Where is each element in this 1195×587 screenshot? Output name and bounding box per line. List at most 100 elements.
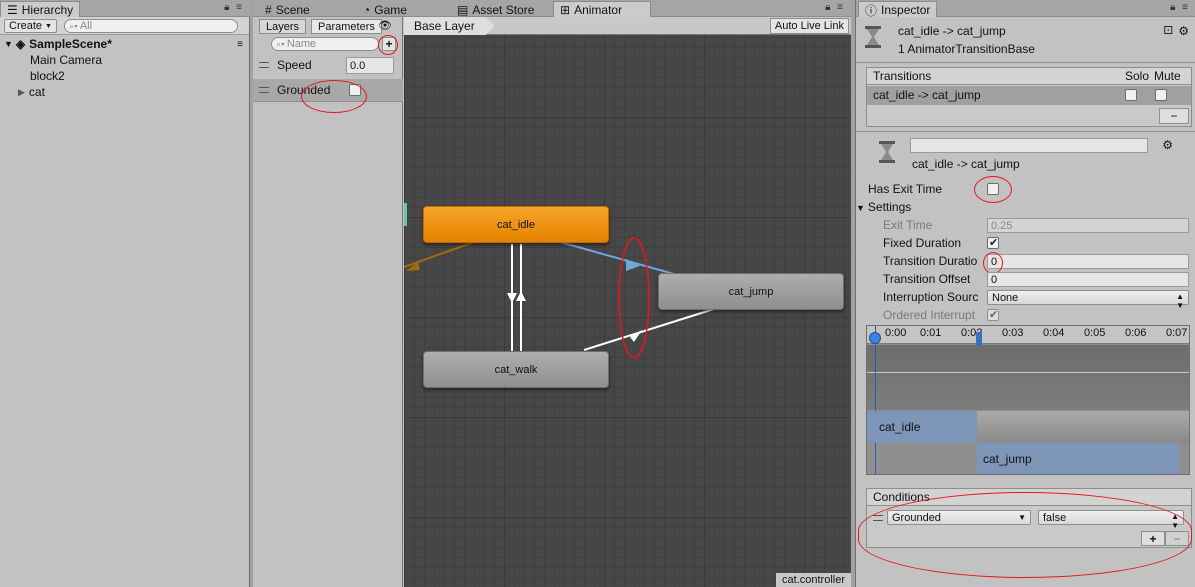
tab-parameters[interactable]: Parameters: [311, 19, 382, 34]
playhead-handle[interactable]: [869, 332, 881, 344]
list-icon: ☰: [7, 3, 18, 17]
dropdown-arrow-icon: ▲ ▼: [1176, 292, 1184, 310]
hierarchy-item-block2[interactable]: block2: [0, 68, 249, 84]
ordered-interrupt-label: Ordered Interrupt: [883, 308, 976, 322]
state-cat-walk[interactable]: cat_walk: [423, 351, 609, 388]
tick-label: 0:04: [1043, 327, 1065, 339]
gear-icon[interactable]: ⚙: [1178, 24, 1189, 38]
track-to-state[interactable]: cat_jump: [977, 443, 1179, 474]
tick-label: 0:03: [1002, 327, 1024, 339]
center-tabbar: # Scene ◔ Game ▤ Asset Store ⊞ Animator …: [253, 0, 851, 17]
arrowhead-icon: [626, 259, 640, 271]
gear-icon[interactable]: ⚙: [1162, 138, 1173, 152]
remove-transition-button[interactable]: −: [1159, 108, 1189, 124]
expand-arrow-icon: ▼: [856, 203, 865, 213]
timeline-curve-area: [867, 345, 1189, 410]
hierarchy-search-input[interactable]: ⌕▾ All: [64, 19, 238, 33]
hierarchy-panel: ☰ Hierarchy 🔒︎ ≡ Create ▼ ⌕▾ All ▼ ◈ Sam…: [0, 0, 250, 587]
tab-inspector[interactable]: ⓘ Inspector: [858, 1, 938, 18]
solo-checkbox[interactable]: [1125, 89, 1137, 101]
transition-timeline[interactable]: 0:00 0:01 0:02 0:03 0:04 0:05 0:06 0:07 …: [866, 325, 1190, 475]
create-button[interactable]: Create ▼: [4, 19, 57, 33]
controller-name-label: cat.controller: [776, 573, 851, 587]
hierarchy-item-main-camera[interactable]: Main Camera: [0, 52, 249, 68]
settings-foldout[interactable]: ▼ Settings: [856, 200, 911, 214]
exit-time-field: 0.25: [987, 218, 1189, 233]
fixed-duration-label: Fixed Duration: [883, 236, 962, 250]
hierarchy-item-cat[interactable]: ▶ cat: [0, 84, 249, 100]
tab-layers[interactable]: Layers: [259, 19, 307, 34]
fixed-duration-checkbox[interactable]: [987, 237, 999, 249]
transition-idle-to-jump[interactable]: [559, 241, 675, 275]
arrowhead-icon: [516, 291, 526, 301]
transition-row[interactable]: cat_idle -> cat_jump: [867, 86, 1191, 105]
transitions-list: Transitions Solo Mute cat_idle -> cat_ju…: [866, 67, 1192, 127]
parameter-row-speed[interactable]: Speed 0.0: [253, 54, 403, 76]
tick-label: 0:05: [1084, 327, 1106, 339]
tick-label: 0:06: [1125, 327, 1147, 339]
eye-icon[interactable]: 👁︎: [378, 19, 392, 32]
animator-icon: ⊞: [560, 3, 571, 17]
red-annotation-circle: [974, 176, 1012, 203]
tab-asset-store[interactable]: ▤ Asset Store: [451, 1, 540, 17]
drag-handle-icon[interactable]: [259, 62, 269, 68]
lock-menu-icons[interactable]: 🔒︎ ≡: [825, 2, 845, 13]
grid-icon: #: [265, 2, 272, 17]
tick-label: 0:01: [920, 327, 942, 339]
lock-menu-icons[interactable]: 🔒︎ ≡: [224, 2, 244, 13]
inspector-panel: ⓘ Inspector 🔒︎ ≡ cat_idle -> cat_jump 1 …: [855, 0, 1195, 587]
divider: [856, 62, 1195, 63]
transition-duration-label: Transition Duratio: [883, 254, 978, 268]
transition-name-label: cat_idle -> cat_jump: [912, 157, 1020, 171]
hierarchy-toolbar: Create ▼ ⌕▾ All: [0, 17, 249, 35]
store-icon: ▤: [457, 2, 469, 17]
animator-graph[interactable]: Base Layer Auto Live Link cat_idle cat_j…: [404, 17, 851, 587]
transition-offset-field[interactable]: 0: [987, 272, 1189, 287]
tab-scene[interactable]: # Scene: [259, 1, 316, 17]
tick-label: 0:00: [885, 327, 907, 339]
tab-hierarchy[interactable]: ☰ Hierarchy: [0, 1, 81, 17]
search-icon: ⌕▾: [69, 20, 78, 31]
parameter-search-input[interactable]: ⌕▾ Name: [271, 37, 379, 51]
help-icon[interactable]: ⚀: [1163, 24, 1173, 37]
arrowhead-icon: [630, 330, 642, 342]
transition-name-input[interactable]: [910, 138, 1148, 153]
mute-checkbox[interactable]: [1155, 89, 1167, 101]
red-annotation-circle: [301, 80, 367, 113]
search-icon: ⌕▾: [276, 38, 285, 49]
unity-scene-icon: ◈: [15, 37, 26, 51]
info-icon: ⓘ: [865, 3, 878, 18]
expand-arrow-icon[interactable]: ▼: [4, 39, 13, 49]
inspector-title: cat_idle -> cat_jump: [898, 24, 1006, 38]
lock-menu-icons[interactable]: 🔒︎ ≡: [1170, 2, 1190, 13]
has-exit-time-label: Has Exit Time: [868, 182, 943, 196]
tick-label: 0:07: [1166, 327, 1188, 339]
tab-animator[interactable]: ⊞ Animator: [553, 1, 651, 17]
playhead-line: [875, 326, 876, 474]
tab-game[interactable]: ◔ Game: [357, 1, 413, 17]
entry-node-edge[interactable]: [404, 203, 407, 226]
track-from-state[interactable]: cat_idle: [867, 411, 977, 443]
inspector-tabbar: ⓘ Inspector 🔒︎ ≡: [856, 0, 1195, 18]
drag-handle-icon[interactable]: [259, 87, 269, 93]
red-annotation-circle: [858, 492, 1192, 578]
animator-panel: # Scene ◔ Game ▤ Asset Store ⊞ Animator …: [253, 0, 851, 587]
divider: [856, 131, 1195, 132]
ordered-interrupt-checkbox: [987, 309, 999, 321]
state-cat-jump[interactable]: cat_jump: [658, 273, 844, 310]
scene-menu-icon[interactable]: ≡: [237, 39, 243, 50]
speed-value-field[interactable]: 0.0: [346, 57, 394, 74]
interruption-source-dropdown[interactable]: None ▲ ▼: [987, 290, 1189, 310]
red-annotation-circle: [983, 252, 1003, 274]
exit-time-label: Exit Time: [883, 218, 933, 232]
exit-time-marker[interactable]: [976, 332, 982, 346]
state-cat-idle[interactable]: cat_idle: [423, 206, 609, 243]
transition-duration-field[interactable]: 0: [987, 254, 1189, 269]
entry-transition-arrow[interactable]: [404, 241, 475, 268]
arrowhead-icon: [507, 293, 517, 303]
timeline-ruler: 0:00 0:01 0:02 0:03 0:04 0:05 0:06 0:07: [867, 326, 1189, 344]
inspector-subtitle: 1 AnimatorTransitionBase: [898, 42, 1035, 56]
transition-hourglass-icon: [865, 26, 881, 48]
scene-row[interactable]: ▼ ◈ SampleScene* ≡: [0, 36, 249, 52]
collapsed-arrow-icon[interactable]: ▶: [18, 87, 25, 98]
